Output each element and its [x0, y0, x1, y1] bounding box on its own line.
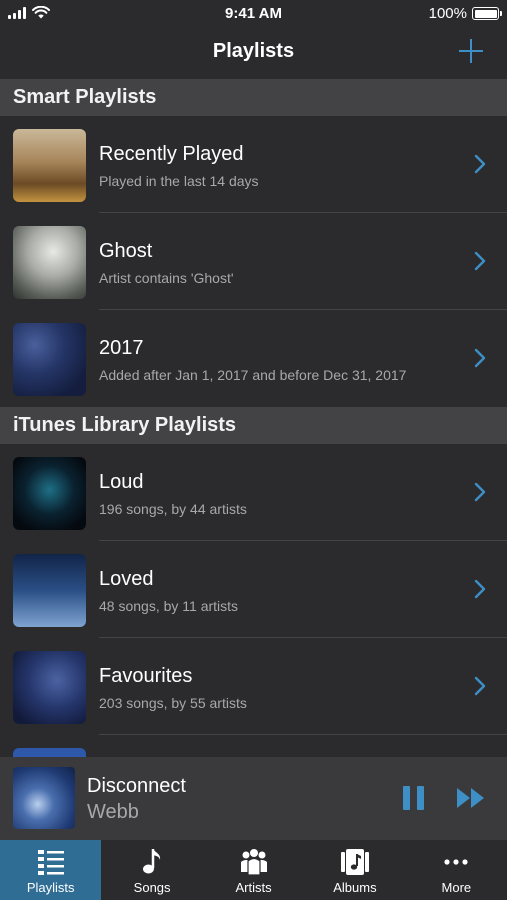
playlist-row-ghost[interactable]: Ghost Artist contains 'Ghost' [0, 213, 507, 310]
playlist-subtitle: Played in the last 14 days [99, 173, 259, 189]
playlist-subtitle: Added after Jan 1, 2017 and before Dec 3… [99, 367, 407, 383]
playlist-artwork [13, 554, 86, 627]
tab-albums[interactable]: Albums [304, 840, 405, 900]
album-icon [340, 849, 369, 875]
playlist-row-recently-played[interactable]: Recently Played Played in the last 14 da… [0, 116, 507, 213]
playlist-row-favourites[interactable]: Favourites 203 songs, by 55 artists [0, 638, 507, 735]
tab-bar: Playlists Songs Artists Albums More [0, 840, 507, 900]
status-right: 100% [428, 5, 502, 22]
battery-icon [472, 7, 502, 20]
people-icon [240, 849, 267, 876]
playlist-title: 2017 [99, 337, 144, 359]
list-icon [37, 850, 64, 875]
now-playing-artist: Webb [87, 801, 139, 823]
tab-label: Artists [235, 880, 272, 895]
playlist-artwork [13, 651, 86, 724]
playlist-row-2017[interactable]: 2017 Added after Jan 1, 2017 and before … [0, 310, 507, 407]
playlist-artwork [13, 129, 86, 202]
playlist-artwork [13, 748, 86, 757]
now-playing-artwork [13, 767, 75, 829]
status-bar: 9:41 AM 100% [0, 0, 507, 28]
tab-label: More [441, 880, 472, 895]
playlist-artwork [13, 457, 86, 530]
section-header-smart-playlists: Smart Playlists [0, 79, 507, 116]
tab-songs[interactable]: Songs [101, 840, 202, 900]
chevron-right-icon [474, 676, 486, 696]
playlist-title: Loud [99, 471, 144, 493]
tab-more[interactable]: More [406, 840, 507, 900]
chevron-right-icon [474, 251, 486, 271]
playlist-row-loud[interactable]: Loud 196 songs, by 44 artists [0, 444, 507, 541]
chevron-right-icon [474, 154, 486, 174]
playlist-row-partial[interactable] [0, 735, 507, 757]
playlist-artwork [13, 323, 86, 396]
playlist-title: Ghost [99, 240, 153, 262]
nav-bar: Playlists [0, 28, 507, 79]
playlist-subtitle: 48 songs, by 11 artists [99, 598, 239, 614]
section-header-itunes-library-playlists: iTunes Library Playlists [0, 407, 507, 444]
chevron-right-icon [474, 482, 486, 502]
more-icon [444, 859, 468, 865]
playlist-subtitle: 203 songs, by 55 artists [99, 695, 247, 711]
chevron-right-icon [474, 579, 486, 599]
playlist-artwork [13, 226, 86, 299]
playlist-title: Favourites [99, 665, 193, 687]
battery-percent: 100% [428, 5, 467, 22]
playlist-subtitle: Artist contains 'Ghost' [99, 270, 234, 286]
page-title: Playlists [212, 40, 295, 62]
tab-artists[interactable]: Artists [203, 840, 304, 900]
playlist-subtitle: 196 songs, by 44 artists [99, 501, 247, 517]
chevron-right-icon [474, 348, 486, 368]
now-playing-title: Disconnect [87, 775, 186, 797]
pause-button[interactable] [403, 786, 425, 810]
fast-forward-icon[interactable] [456, 786, 486, 810]
playlist-row-loved[interactable]: Loved 48 songs, by 11 artists [0, 541, 507, 638]
playlist-title: Loved [99, 568, 154, 590]
tab-label: Songs [133, 880, 171, 895]
plus-icon[interactable] [457, 37, 485, 65]
music-note-icon [143, 849, 161, 874]
playlist-title: Recently Played [99, 143, 244, 165]
tab-label: Playlists [26, 880, 75, 895]
tab-label: Albums [333, 880, 377, 895]
mini-player[interactable]: Disconnect Webb [0, 757, 507, 840]
tab-playlists[interactable]: Playlists [0, 840, 102, 900]
